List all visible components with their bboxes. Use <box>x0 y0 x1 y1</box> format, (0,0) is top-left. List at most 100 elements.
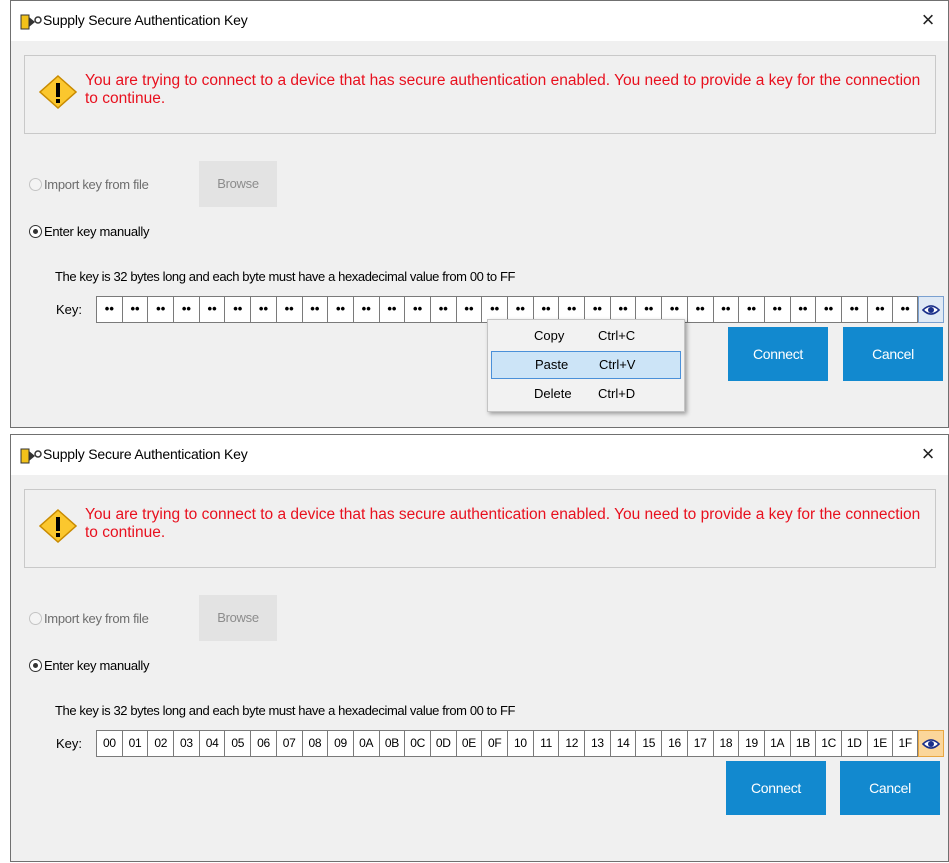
key-byte-input[interactable]: 04 <box>198 730 225 757</box>
key-byte-input[interactable]: •• <box>840 296 867 323</box>
browse-button[interactable]: Browse <box>199 161 277 207</box>
menu-item-copy[interactable]: Copy Ctrl+C <box>491 323 681 351</box>
key-byte-input[interactable]: •• <box>789 296 816 323</box>
key-byte-input[interactable]: •• <box>455 296 482 323</box>
key-byte-input[interactable]: 0C <box>404 730 430 757</box>
show-key-toggle[interactable] <box>918 730 944 757</box>
key-byte-input[interactable]: •• <box>815 296 841 323</box>
key-byte-input[interactable]: •• <box>429 296 456 323</box>
key-byte-input[interactable]: 14 <box>609 730 636 757</box>
import-key-label: Import key from file <box>44 177 149 192</box>
menu-item-delete[interactable]: Delete Ctrl+D <box>491 381 681 409</box>
key-byte-input[interactable]: 00 <box>96 730 122 757</box>
key-byte-input[interactable]: •• <box>275 296 302 323</box>
key-byte-input[interactable]: 0B <box>378 730 405 757</box>
warning-box: You are trying to connect to a device th… <box>24 489 936 568</box>
key-byte-input[interactable]: 09 <box>327 730 353 757</box>
radio-button-checked[interactable] <box>29 225 42 238</box>
key-byte-input[interactable]: 1B <box>789 730 816 757</box>
key-byte-input[interactable]: 05 <box>224 730 251 757</box>
key-byte-input[interactable]: 1D <box>840 730 867 757</box>
key-byte-input[interactable]: 06 <box>250 730 276 757</box>
key-byte-input[interactable]: 0E <box>455 730 482 757</box>
menu-item-paste[interactable]: Paste Ctrl+V <box>491 351 681 379</box>
key-byte-input[interactable]: 1A <box>763 730 790 757</box>
key-byte-input[interactable]: 03 <box>173 730 199 757</box>
import-key-radio[interactable]: Import key from file <box>29 177 149 192</box>
key-byte-input[interactable]: 07 <box>275 730 302 757</box>
key-byte-input[interactable]: •• <box>301 296 328 323</box>
key-byte-input[interactable]: •• <box>352 296 379 323</box>
warning-box: You are trying to connect to a device th… <box>24 55 936 134</box>
dialog-title: Supply Secure Authentication Key <box>43 446 248 462</box>
key-byte-input[interactable]: 01 <box>121 730 148 757</box>
warning-icon <box>39 509 77 543</box>
dialog-title: Supply Secure Authentication Key <box>43 12 248 28</box>
close-button[interactable]: × <box>908 435 948 475</box>
key-byte-input[interactable]: •• <box>147 296 174 323</box>
menu-item-shortcut: Ctrl+D <box>598 386 636 401</box>
key-byte-input[interactable]: •• <box>121 296 148 323</box>
key-byte-input[interactable]: 13 <box>584 730 610 757</box>
auth-key-dialog-revealed: Supply Secure Authentication Key × You a… <box>10 434 949 862</box>
enter-key-manually-radio[interactable]: Enter key manually <box>29 224 149 239</box>
key-byte-input[interactable]: •• <box>686 296 713 323</box>
menu-item-label: Delete <box>534 386 572 401</box>
enter-key-manually-radio[interactable]: Enter key manually <box>29 658 149 673</box>
import-key-radio[interactable]: Import key from file <box>29 611 149 626</box>
key-icon <box>20 448 42 464</box>
enter-key-manually-label: Enter key manually <box>44 224 150 239</box>
key-byte-input[interactable]: 11 <box>532 730 559 757</box>
key-byte-input[interactable]: •• <box>198 296 225 323</box>
key-byte-input[interactable]: •• <box>738 296 764 323</box>
key-byte-input[interactable]: 17 <box>686 730 713 757</box>
key-byte-input[interactable]: 0D <box>429 730 456 757</box>
warning-message: You are trying to connect to a device th… <box>85 506 921 541</box>
connect-button[interactable]: Connect <box>726 761 826 815</box>
key-byte-input[interactable]: 12 <box>558 730 585 757</box>
key-byte-input[interactable]: •• <box>378 296 405 323</box>
key-byte-input[interactable]: •• <box>250 296 276 323</box>
connect-button[interactable]: Connect <box>728 327 828 381</box>
key-byte-input[interactable]: 1C <box>815 730 841 757</box>
key-byte-input[interactable]: 0F <box>481 730 507 757</box>
close-button[interactable]: × <box>908 1 948 41</box>
key-byte-input[interactable]: 1E <box>866 730 893 757</box>
cancel-button[interactable]: Cancel <box>843 327 943 381</box>
key-byte-input[interactable]: •• <box>866 296 893 323</box>
key-byte-input[interactable]: 0A <box>352 730 379 757</box>
enter-key-manually-label: Enter key manually <box>44 658 150 673</box>
radio-button[interactable] <box>29 612 42 625</box>
key-byte-input[interactable]: 10 <box>507 730 533 757</box>
key-byte-input[interactable]: •• <box>224 296 251 323</box>
auth-key-dialog-masked: Supply Secure Authentication Key × You a… <box>10 0 949 428</box>
key-byte-input[interactable]: •• <box>96 296 122 323</box>
radio-button[interactable] <box>29 178 42 191</box>
eye-icon <box>922 738 940 749</box>
show-key-toggle[interactable] <box>918 296 944 323</box>
key-byte-input[interactable]: •• <box>327 296 353 323</box>
key-label: Key: <box>56 302 83 317</box>
title-bar: Supply Secure Authentication Key × <box>11 1 948 41</box>
key-byte-input[interactable]: •• <box>763 296 790 323</box>
radio-button-checked[interactable] <box>29 659 42 672</box>
key-byte-input[interactable]: 02 <box>147 730 174 757</box>
key-byte-input[interactable]: 19 <box>738 730 764 757</box>
title-bar: Supply Secure Authentication Key × <box>11 435 948 475</box>
key-byte-input[interactable]: •• <box>404 296 430 323</box>
key-format-hint: The key is 32 bytes long and each byte m… <box>55 269 516 284</box>
key-format-hint: The key is 32 bytes long and each byte m… <box>55 703 516 718</box>
key-byte-input[interactable]: •• <box>892 296 918 323</box>
key-byte-input[interactable]: 1F <box>892 730 918 757</box>
key-byte-input[interactable]: 08 <box>301 730 328 757</box>
cancel-button[interactable]: Cancel <box>840 761 940 815</box>
key-byte-input[interactable]: •• <box>173 296 199 323</box>
menu-item-shortcut: Ctrl+C <box>598 328 636 343</box>
key-byte-input[interactable]: 15 <box>635 730 662 757</box>
key-byte-input[interactable]: 16 <box>661 730 687 757</box>
warning-icon <box>39 75 77 109</box>
key-byte-input[interactable]: 18 <box>712 730 739 757</box>
warning-message: You are trying to connect to a device th… <box>85 72 921 107</box>
key-byte-input[interactable]: •• <box>712 296 739 323</box>
browse-button[interactable]: Browse <box>199 595 277 641</box>
